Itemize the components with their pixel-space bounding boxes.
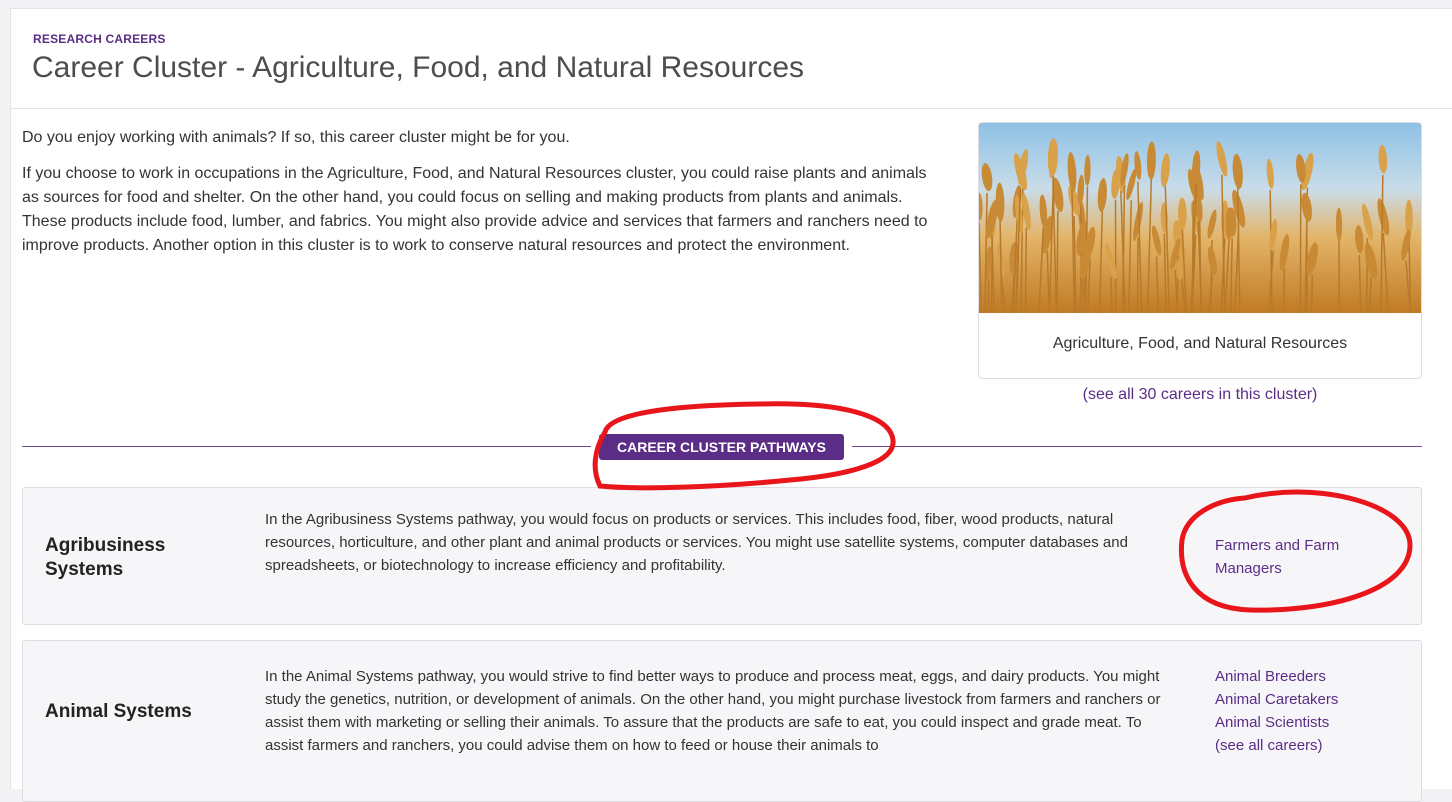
page-header: RESEARCH CAREERS Career Cluster - Agricu… xyxy=(11,9,1452,109)
intro-body: If you choose to work in occupations in … xyxy=(22,162,942,258)
pathway-name: Agribusiness Systems xyxy=(45,534,205,582)
intro-text: Do you enjoy working with animals? If so… xyxy=(22,126,942,270)
page-title: Career Cluster - Agriculture, Food, and … xyxy=(32,51,804,85)
pathway-career-links: Animal Breeders Animal Caretakers Animal… xyxy=(1215,665,1405,757)
pathway-animal-systems: Animal Systems In the Animal Systems pat… xyxy=(22,640,1422,802)
see-all-pathway-careers-link[interactable]: (see all careers) xyxy=(1215,734,1405,757)
wheat-field-image xyxy=(979,123,1421,313)
career-link-farmers-and-farm-managers[interactable]: Farmers and Farm Managers xyxy=(1215,534,1365,580)
see-all-careers-link[interactable]: (see all 30 careers in this cluster) xyxy=(978,386,1422,404)
intro-lead: Do you enjoy working with animals? If so… xyxy=(22,126,942,150)
eyebrow-label: RESEARCH CAREERS xyxy=(33,32,166,46)
career-cluster-pathways-badge: CAREER CLUSTER PATHWAYS xyxy=(599,434,844,460)
career-link-animal-caretakers[interactable]: Animal Caretakers xyxy=(1215,688,1405,711)
pathway-description: In the Agribusiness Systems pathway, you… xyxy=(265,508,1165,577)
cluster-feature-card[interactable]: Agriculture, Food, and Natural Resources xyxy=(978,122,1422,379)
career-link-animal-breeders[interactable]: Animal Breeders xyxy=(1215,665,1405,688)
pathway-description: In the Animal Systems pathway, you would… xyxy=(265,665,1165,757)
pathway-name: Animal Systems xyxy=(45,700,245,724)
pathway-agribusiness-systems: Agribusiness Systems In the Agribusiness… xyxy=(22,487,1422,625)
pathway-career-links: Farmers and Farm Managers xyxy=(1215,534,1405,580)
career-link-animal-scientists[interactable]: Animal Scientists xyxy=(1215,711,1405,734)
feature-caption: Agriculture, Food, and Natural Resources xyxy=(979,335,1421,353)
